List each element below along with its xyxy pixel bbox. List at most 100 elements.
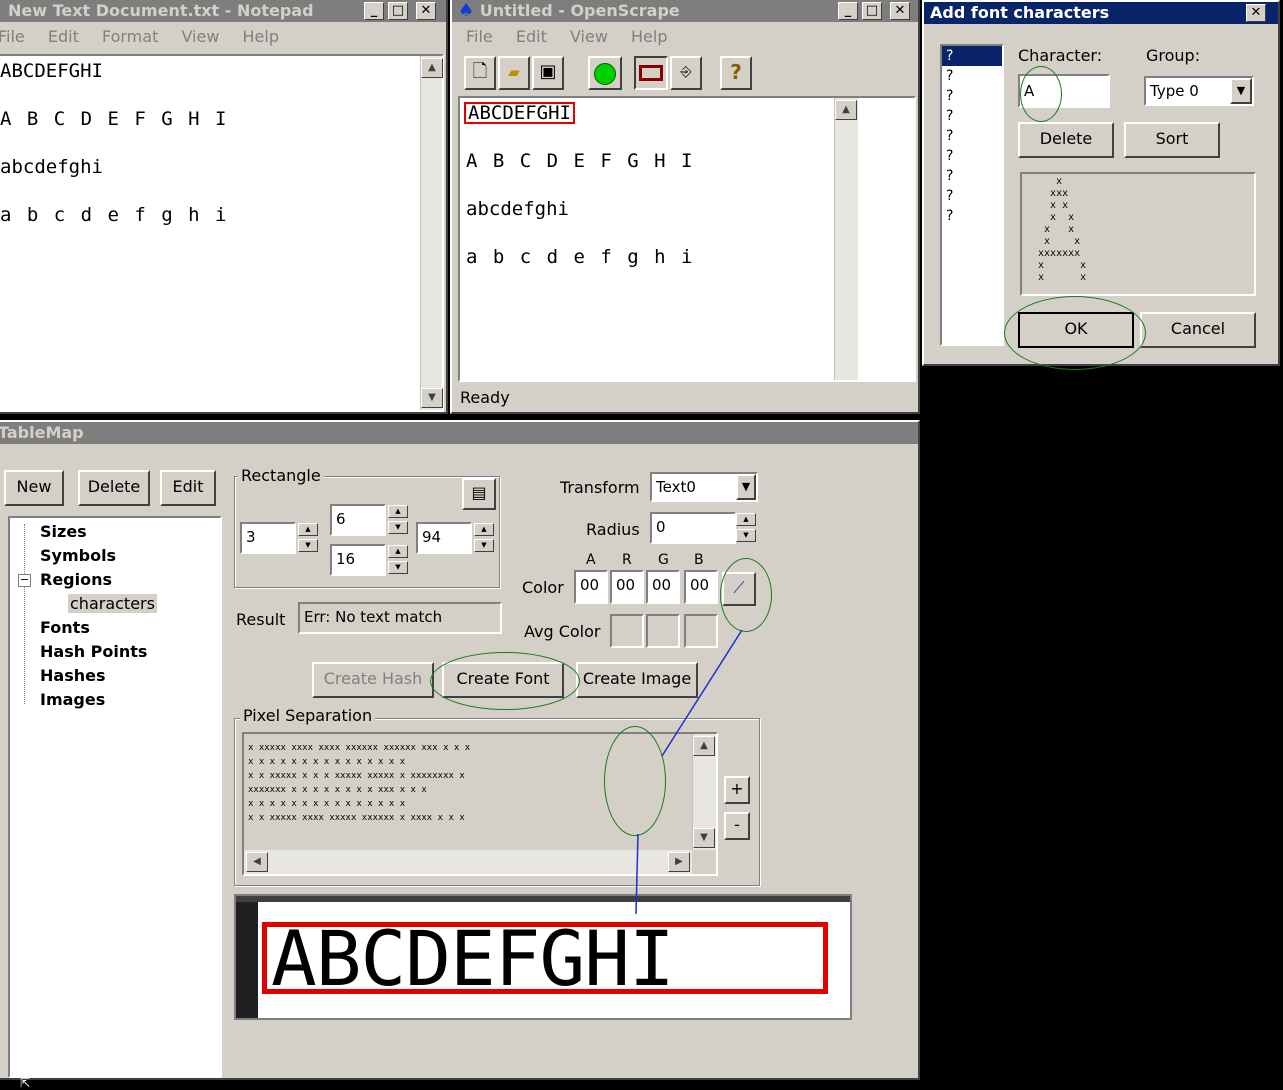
list-item-selected[interactable]: ? (942, 46, 1002, 66)
maximize-icon[interactable]: □ (388, 2, 408, 20)
tree-item-characters[interactable]: characters (68, 594, 157, 613)
minimize-icon[interactable]: _ (364, 2, 384, 20)
color-a-input[interactable]: 00 (574, 570, 608, 604)
notepad-scrollbar[interactable]: ▲ ▼ (420, 56, 443, 410)
pixel-vscrollbar[interactable]: ▲ ▼ (692, 734, 716, 850)
rect-right-input[interactable]: 94 (416, 522, 472, 554)
minimize-icon[interactable]: _ (838, 2, 858, 20)
tree-item-hash-points[interactable]: Hash Points (40, 642, 147, 661)
spin-down-icon[interactable]: ▼ (474, 539, 494, 552)
collapse-icon[interactable]: − (18, 574, 31, 587)
edit-button[interactable]: Edit (160, 470, 216, 506)
cancel-button[interactable]: Cancel (1140, 312, 1256, 348)
create-hash-button[interactable]: Create Hash (312, 662, 434, 698)
delete-button[interactable]: Delete (78, 470, 150, 506)
group-select[interactable]: Type 0 ▼ (1144, 76, 1254, 106)
list-item[interactable]: ? (942, 146, 1002, 166)
spin-up-icon[interactable]: ▲ (298, 523, 318, 536)
tree-line (24, 524, 26, 704)
spin-down-icon[interactable]: ▼ (736, 529, 756, 542)
new-button[interactable]: New (4, 470, 64, 506)
sort-button[interactable]: Sort (1124, 122, 1220, 158)
list-item[interactable]: ? (942, 206, 1002, 226)
list-item[interactable]: ? (942, 186, 1002, 206)
close-icon[interactable]: ✕ (890, 2, 910, 20)
pixel-hscrollbar[interactable]: ◀ ▶ (244, 850, 692, 874)
scroll-left-icon[interactable]: ◀ (246, 852, 268, 872)
menu-file[interactable]: File (466, 27, 493, 46)
window-select-icon[interactable]: ⎆ (670, 56, 702, 90)
spin-down-icon[interactable]: ▼ (388, 561, 408, 574)
menu-view[interactable]: View (570, 27, 608, 46)
red-rectangle-icon[interactable] (634, 56, 668, 90)
help-icon[interactable]: ? (720, 56, 752, 90)
close-icon[interactable]: ✕ (1246, 4, 1266, 22)
spin-up-icon[interactable]: ▲ (388, 505, 408, 518)
pixel-separation-label: Pixel Separation (240, 706, 376, 725)
regions-tree[interactable]: Sizes Symbols − Regions characters Fonts… (8, 516, 222, 1078)
tablemap-titlebar: TableMap (0, 422, 918, 444)
color-header-b: B (694, 552, 704, 568)
list-item[interactable]: ? (942, 66, 1002, 86)
menu-edit[interactable]: Edit (48, 27, 79, 46)
minus-button[interactable]: - (724, 812, 750, 840)
color-b-input[interactable]: 00 (684, 570, 718, 604)
color-g-input[interactable]: 00 (646, 570, 680, 604)
menu-format[interactable]: Format (102, 27, 158, 46)
delete-button[interactable]: Delete (1018, 122, 1114, 158)
transform-select[interactable]: Text0 ▼ (650, 472, 758, 502)
menu-help[interactable]: Help (631, 27, 667, 46)
create-image-button[interactable]: Create Image (576, 662, 698, 698)
menu-view[interactable]: View (181, 27, 219, 46)
notepad-text-area[interactable]: ABCDEFGHI A B C D E F G H I abcdefghi a … (0, 54, 444, 412)
list-item[interactable]: ? (942, 166, 1002, 186)
scroll-down-icon[interactable]: ▼ (693, 828, 715, 848)
openscrape-scrollbar[interactable]: ▲ (834, 98, 858, 380)
menu-help[interactable]: Help (243, 27, 279, 46)
color-r-input[interactable]: 00 (610, 570, 644, 604)
plus-button[interactable]: + (724, 776, 750, 804)
rect-left-input[interactable]: 3 (240, 522, 296, 554)
openscrape-canvas[interactable]: ABCDEFGHI A B C D E F G H I abcdefghi a … (458, 96, 916, 382)
svg-text:x x xxxxx x x: x x xxxxx x x x xxxxx xxxxx x xxxxxxxx x (248, 771, 465, 781)
tree-item-fonts[interactable]: Fonts (40, 618, 90, 637)
rect-top-input[interactable]: 6 (330, 504, 386, 536)
fit-rectangle-icon[interactable]: ▤ (462, 478, 496, 510)
close-icon[interactable]: ✕ (416, 2, 436, 20)
spin-up-icon[interactable]: ▲ (736, 513, 756, 526)
tree-item-symbols[interactable]: Symbols (40, 546, 116, 565)
annotation-oval (1004, 296, 1146, 370)
save-icon[interactable]: ▣ (532, 56, 564, 90)
spin-up-icon[interactable]: ▲ (474, 523, 494, 536)
spin-down-icon[interactable]: ▼ (298, 539, 318, 552)
chevron-down-icon[interactable]: ▼ (736, 474, 756, 500)
scroll-up-icon[interactable]: ▲ (693, 736, 715, 756)
menu-edit[interactable]: Edit (516, 27, 547, 46)
preview-row: x x (1032, 212, 1075, 223)
chevron-down-icon[interactable]: ▼ (1230, 78, 1252, 104)
new-file-icon[interactable]: 🗋 (464, 56, 496, 90)
maximize-icon[interactable]: □ (862, 2, 882, 20)
spin-up-icon[interactable]: ▲ (388, 545, 408, 558)
scroll-right-icon[interactable]: ▶ (668, 852, 690, 872)
scroll-up-icon[interactable]: ▲ (421, 58, 443, 78)
scroll-up-icon[interactable]: ▲ (835, 100, 857, 120)
tree-item-hashes[interactable]: Hashes (40, 666, 105, 685)
preview-left-bar (236, 896, 258, 1018)
spin-down-icon[interactable]: ▼ (388, 521, 408, 534)
preview-row: x x (1032, 224, 1075, 235)
list-item[interactable]: ? (942, 86, 1002, 106)
rect-bottom-input[interactable]: 16 (330, 544, 386, 576)
tree-item-regions[interactable]: Regions (40, 570, 112, 589)
radius-input[interactable]: 0 (650, 512, 736, 544)
green-circle-icon[interactable] (588, 56, 622, 90)
tree-item-sizes[interactable]: Sizes (40, 522, 87, 541)
list-item[interactable]: ? (942, 126, 1002, 146)
scroll-down-icon[interactable]: ▼ (421, 388, 443, 408)
list-item[interactable]: ? (942, 106, 1002, 126)
tree-item-images[interactable]: Images (40, 690, 105, 709)
preview-row: xxxxxxx (1032, 248, 1081, 259)
open-folder-icon[interactable]: ▰ (498, 56, 530, 90)
menu-file[interactable]: File (0, 27, 25, 46)
character-list[interactable]: ? ? ? ? ? ? ? ? ? (940, 44, 1004, 346)
